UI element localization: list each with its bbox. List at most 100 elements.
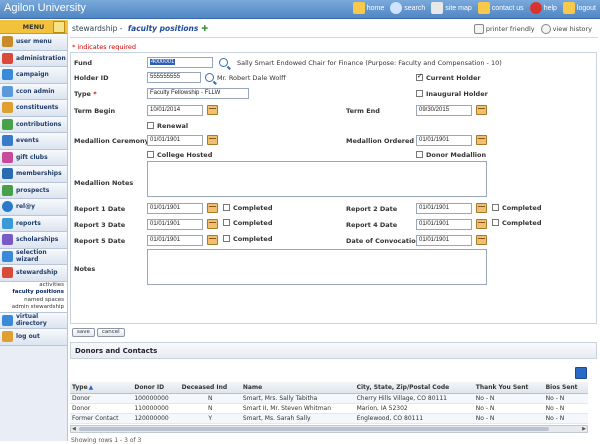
- menu-toggle-icon[interactable]: [53, 21, 65, 33]
- sidebar-item-contributions[interactable]: contributions: [0, 116, 67, 133]
- report2-completed-checkbox[interactable]: [492, 204, 499, 211]
- report1-input[interactable]: 01/01/1901: [147, 203, 203, 214]
- sidebar-item-gift-clubs[interactable]: gift clubs: [0, 149, 67, 166]
- report1-calendar-icon[interactable]: [207, 203, 218, 213]
- col-city[interactable]: City, State, Zip/Postal Code: [354, 382, 474, 394]
- medallion-ordered-calendar-icon[interactable]: [476, 135, 487, 145]
- sidebar-item-label: gift clubs: [16, 153, 48, 161]
- sidebar-item-constituents[interactable]: constituents: [0, 100, 67, 117]
- col-thank-you[interactable]: Thank You Sent: [473, 382, 544, 394]
- scroll-right-icon[interactable]: ▶: [582, 426, 586, 432]
- sidebar-item-reports[interactable]: reports: [0, 215, 67, 232]
- table-row[interactable]: Donor 110000000 N Smart II, Mr. Steven W…: [70, 403, 588, 414]
- add-icon[interactable]: ✚: [201, 24, 208, 33]
- report3-calendar-icon[interactable]: [207, 219, 218, 229]
- scroll-left-icon[interactable]: ◀: [72, 426, 76, 432]
- view-history-link[interactable]: view history: [540, 23, 592, 34]
- nav-site-map[interactable]: site map: [431, 2, 472, 14]
- type-input[interactable]: Faculty Fellowship - FLLW: [147, 88, 249, 99]
- medallion-ordered-input[interactable]: 01/01/1901: [416, 135, 472, 146]
- nav-search[interactable]: search: [390, 2, 425, 14]
- report4-input[interactable]: 01/01/1901: [416, 219, 472, 230]
- term-end-calendar-icon[interactable]: [476, 105, 487, 115]
- donor-medallion-checkbox[interactable]: [416, 151, 423, 158]
- report5-input[interactable]: 01/01/1901: [147, 235, 203, 246]
- sidebar-item-selection-wizard[interactable]: selection wizard: [0, 248, 67, 265]
- convocation-calendar-icon[interactable]: [476, 235, 487, 245]
- nav-contact-us[interactable]: contact us: [477, 2, 524, 14]
- wizard-icon: [2, 250, 13, 262]
- col-name[interactable]: Name: [240, 382, 355, 394]
- donors-table: Type▲ Donor ID Deceased Ind Name City, S…: [70, 382, 588, 424]
- sidebar-item-ccon-admin[interactable]: ccon admin: [0, 83, 67, 100]
- submenu-admin-stewardship[interactable]: admin stewardship: [0, 304, 67, 312]
- save-button[interactable]: save: [72, 328, 95, 337]
- table-row[interactable]: Donor 100000000 N Smart, Mrs. Sally Tabi…: [70, 393, 588, 404]
- medallion-notes-textarea[interactable]: [147, 161, 487, 197]
- sidebar-item-log-out[interactable]: log out: [0, 329, 67, 346]
- fund-input[interactable]: 4000001: [147, 57, 213, 68]
- report5-completed-checkbox[interactable]: [223, 235, 230, 242]
- convocation-input[interactable]: 01/01/1901: [416, 235, 472, 246]
- sidebar-item-memberships[interactable]: memberships: [0, 166, 67, 183]
- sidebar-item-label: scholarships: [16, 236, 59, 244]
- holder-lookup-search-icon[interactable]: [205, 73, 214, 82]
- term-begin-input[interactable]: 10/01/2014: [147, 105, 203, 116]
- term-begin-calendar-icon[interactable]: [207, 105, 218, 115]
- top-nav: home search site map contact us help log…: [352, 2, 596, 14]
- submenu-faculty-positions[interactable]: faculty positions: [0, 289, 67, 297]
- sidebar-item-user-menu[interactable]: user menu: [0, 34, 67, 51]
- col-deceased[interactable]: Deceased Ind: [179, 382, 241, 394]
- sidebar-item-virtual-directory[interactable]: virtual directory: [0, 312, 67, 329]
- submenu-named-spaces[interactable]: named spaces: [0, 297, 67, 305]
- fund-lookup-search-icon[interactable]: [219, 58, 228, 67]
- col-type[interactable]: Type▲: [70, 382, 133, 394]
- nav-logout[interactable]: logout: [562, 2, 596, 14]
- nav-help[interactable]: help: [529, 2, 557, 14]
- report5-calendar-icon[interactable]: [207, 235, 218, 245]
- col-bios[interactable]: Bios Sent: [543, 382, 588, 394]
- sidebar-item-stewardship[interactable]: stewardship: [0, 265, 67, 282]
- report3-completed-checkbox[interactable]: [223, 219, 230, 226]
- holder-id-input[interactable]: 555555555: [147, 72, 201, 83]
- renewal-checkbox[interactable]: [147, 122, 154, 129]
- report2-input[interactable]: 01/01/1901: [416, 203, 472, 214]
- college-hosted-checkbox[interactable]: [147, 151, 154, 158]
- scholarships-icon: [2, 234, 13, 246]
- inaugural-holder-checkbox[interactable]: [416, 90, 423, 97]
- notes-textarea[interactable]: [147, 249, 487, 285]
- medallion-ceremony-input[interactable]: 01/01/1901: [147, 135, 203, 146]
- memberships-icon: [2, 168, 13, 180]
- sidebar-item-campaign[interactable]: campaign: [0, 67, 67, 84]
- report1-completed-checkbox[interactable]: [223, 204, 230, 211]
- term-end-input[interactable]: 09/30/2015: [416, 105, 472, 116]
- nav-home[interactable]: home: [352, 2, 384, 14]
- export-icon[interactable]: [575, 367, 587, 379]
- constituents-icon: [2, 102, 13, 114]
- sidebar-item-scholarships[interactable]: scholarships: [0, 232, 67, 249]
- medallion-ceremony-calendar-icon[interactable]: [207, 135, 218, 145]
- report2-calendar-icon[interactable]: [476, 203, 487, 213]
- sidebar-item-label: user menu: [16, 38, 52, 46]
- submenu-activities[interactable]: activities: [0, 282, 67, 290]
- scrollbar-thumb[interactable]: [79, 427, 549, 431]
- cell-city: Englewood, CO 80111: [354, 413, 474, 424]
- menu-header[interactable]: MENU: [0, 20, 67, 34]
- table-row[interactable]: Former Contact 120000000 Y Smart, Ms. Sa…: [70, 413, 588, 424]
- donors-panel-header[interactable]: Donors and Contacts: [70, 342, 597, 359]
- printer-friendly-link[interactable]: printer friendly: [473, 23, 535, 34]
- breadcrumb-separator: -: [117, 24, 125, 33]
- required-star: *: [93, 90, 97, 98]
- sidebar-item-administration[interactable]: administration: [0, 50, 67, 67]
- report4-completed-checkbox[interactable]: [492, 219, 499, 226]
- col-donor-id[interactable]: Donor ID: [132, 382, 180, 394]
- sidebar-item-prospects[interactable]: prospects: [0, 182, 67, 199]
- current-holder-checkbox[interactable]: [416, 72, 423, 81]
- table-horizontal-scrollbar[interactable]: ◀ ▶: [70, 425, 588, 433]
- cancel-button[interactable]: cancel: [96, 328, 125, 337]
- sidebar-item-rely[interactable]: rel@y: [0, 199, 67, 216]
- report4-calendar-icon[interactable]: [476, 219, 487, 229]
- breadcrumb-section[interactable]: stewardship: [72, 24, 117, 33]
- report3-input[interactable]: 01/01/1901: [147, 219, 203, 230]
- sidebar-item-events[interactable]: events: [0, 133, 67, 150]
